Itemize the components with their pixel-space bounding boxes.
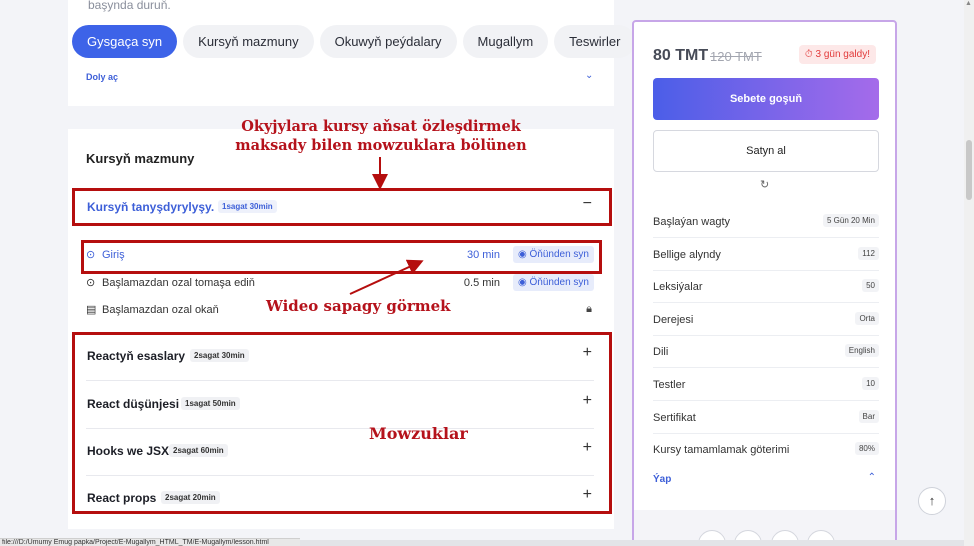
- info-value: 50: [862, 279, 879, 292]
- collapse-link[interactable]: Ýap: [653, 474, 671, 485]
- annotation-box-lesson: [81, 240, 602, 274]
- play-circle-icon: ⊙: [86, 277, 96, 289]
- info-key: Leksiýalar: [653, 281, 703, 293]
- info-row-enrolled: Bellige alyndy 112: [653, 239, 879, 271]
- refresh-icon[interactable]: ↻: [760, 178, 769, 191]
- tab-benefits[interactable]: Okuwyň peýdalary: [319, 25, 457, 58]
- page: başynda duruň. Gysgaça syn Kursyň mazmun…: [0, 0, 974, 546]
- preview-label: Öňünden syn: [529, 277, 590, 288]
- lesson-row[interactable]: ⊙ Başlamazdan ozal tomaşa ediň 0.5 min ◉…: [86, 273, 596, 295]
- info-value: English: [844, 344, 879, 357]
- chevron-up-icon[interactable]: ⌃: [868, 472, 876, 483]
- annotation-box-topics: [72, 332, 612, 514]
- add-to-cart-button[interactable]: Sebete goşuň: [653, 78, 879, 120]
- old-price: 120 TMT: [710, 49, 762, 64]
- scroll-up-icon[interactable]: ▲: [965, 0, 972, 7]
- tab-overview[interactable]: Gysgaça syn: [72, 25, 178, 58]
- info-key: Başlaýan wagty: [653, 216, 731, 228]
- price: 80 TMT: [653, 47, 709, 64]
- overview-partial-text: başynda duruň.: [88, 0, 171, 12]
- annotation-top-line: Okyjylara kursy aňsat özleşdirmek maksad…: [235, 118, 527, 154]
- scroll-to-top-button[interactable]: ↑: [918, 487, 946, 515]
- lesson-duration: 0.5 min: [463, 277, 500, 289]
- scrollbar[interactable]: [964, 0, 974, 546]
- info-row-lectures: Leksiýalar 50: [653, 271, 879, 303]
- page-bottom-band: [300, 540, 964, 546]
- info-row-tests: Testler 10: [653, 369, 879, 401]
- clock-icon: ⏱: [804, 49, 816, 60]
- document-icon: ▤: [86, 304, 97, 316]
- tab-teacher[interactable]: Mugallym: [462, 25, 549, 58]
- tab-course-content[interactable]: Kursyň mazmuny: [183, 25, 314, 58]
- scrollbar-thumb[interactable]: [966, 140, 972, 200]
- info-value: Orta: [855, 312, 879, 325]
- lesson-label: Başlamazdan ozal tomaşa ediň: [102, 277, 255, 289]
- info-key: Sertifikat: [653, 412, 696, 424]
- days-left-badge: ⏱ 3 gün galdy!: [798, 45, 876, 64]
- info-key: Kursy tamamlamak göterimi: [653, 444, 790, 456]
- annotation-video-note: Wideo sapagy görmek: [266, 297, 451, 315]
- eye-icon: ◉: [517, 277, 530, 288]
- expand-link[interactable]: Doly aç: [86, 72, 118, 82]
- info-value: Bar: [858, 410, 879, 423]
- preview-button[interactable]: ◉ Öňünden syn: [512, 274, 594, 291]
- info-key: Dili: [653, 346, 669, 358]
- annotation-box-section: [72, 188, 612, 226]
- info-value: 5 Gün 20 Min: [822, 214, 879, 227]
- course-content-title: Kursyň mazmuny: [86, 151, 195, 166]
- info-row-completion: Kursy tamamlamak göterimi 80%: [653, 434, 879, 466]
- annotation-top-note: Okyjylara kursy aňsat özleşdirmek maksad…: [226, 117, 536, 155]
- course-tabs: Gysgaça syn Kursyň mazmuny Okuwyň peýdal…: [72, 25, 636, 58]
- info-key: Derejesi: [653, 314, 694, 326]
- info-value: 112: [858, 247, 879, 260]
- info-row-certificate: Sertifikat Bar: [653, 402, 879, 434]
- info-row-start-time: Başlaýan wagty 5 Gün 20 Min: [653, 206, 879, 238]
- annotation-topics-note: Mowzuklar: [369, 424, 468, 443]
- overview-card: başynda duruň. Gysgaça syn Kursyň mazmun…: [68, 0, 636, 106]
- info-value: 10: [862, 377, 879, 390]
- info-key: Testler: [653, 379, 686, 391]
- info-row-level: Derejesi Orta: [653, 304, 879, 336]
- arrow-up-icon: ↑: [928, 493, 936, 508]
- lesson-label: Başlamazdan ozal okaň: [102, 304, 219, 316]
- chevron-down-icon[interactable]: ⌄: [585, 70, 593, 81]
- days-left-label: 3 gün galdy!: [815, 49, 871, 60]
- lock-icon: 🔒︎: [586, 303, 592, 315]
- info-key: Bellige alyndy: [653, 249, 721, 261]
- info-value: 80%: [854, 442, 879, 455]
- status-bar-url: file:///D:/Umumy Emug papka/Project/E-Mu…: [0, 538, 300, 546]
- buy-button[interactable]: Satyn al: [653, 130, 879, 172]
- purchase-card: 80 TMT 120 TMT ⏱ 3 gün galdy! Sebete goş…: [632, 20, 897, 546]
- info-row-language: Dili English: [653, 336, 879, 368]
- tab-reviews[interactable]: Teswirler: [554, 25, 636, 58]
